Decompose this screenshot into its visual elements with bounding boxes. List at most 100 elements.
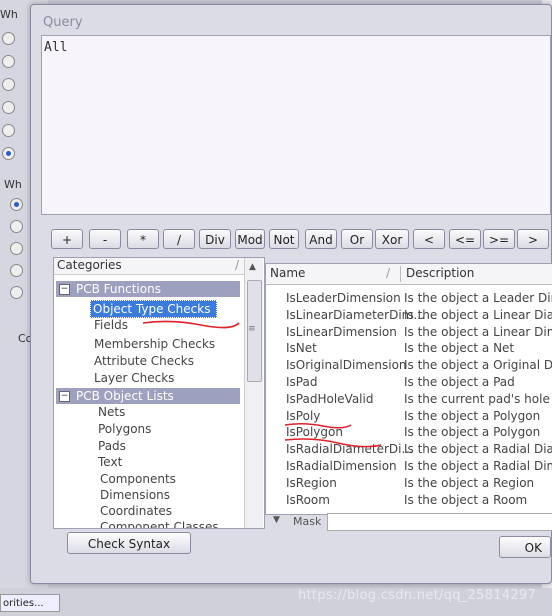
background-radio-selected[interactable] (10, 198, 23, 211)
ok-button[interactable]: OK (499, 536, 551, 558)
category-item-polygons[interactable]: Polygons (98, 421, 151, 437)
category-item-components[interactable]: Components (100, 471, 176, 487)
category-item-coordinates[interactable]: Coordinates (100, 503, 172, 519)
function-name: IsLeaderDimension (286, 291, 401, 305)
sort-icon: / (234, 258, 239, 272)
category-item-fields[interactable]: Fields (94, 317, 128, 333)
function-description: Is the object a Radial Dimensio (404, 459, 552, 473)
function-list-row[interactable]: IsOriginalDimension Is the object a Origi… (266, 357, 552, 373)
mask-input[interactable] (327, 513, 552, 531)
categories-header-label: Categories (57, 258, 122, 272)
function-name: IsRadialDimension (286, 459, 397, 473)
function-description: Is the object a Leader Dimen (404, 291, 552, 305)
priorities-button[interactable]: orities... (0, 594, 60, 612)
function-list-row[interactable]: IsNet Is the object a Net (266, 340, 552, 356)
function-list-row[interactable]: IsPadHoleValid Is the current pad's hole … (266, 391, 552, 407)
operator-or-button[interactable]: Or (341, 229, 373, 249)
category-item-text[interactable]: Text (98, 454, 122, 470)
operator-not-button[interactable]: Not (269, 229, 299, 249)
function-name: IsRoom (286, 492, 330, 507)
background-radio[interactable] (10, 242, 23, 255)
grip-icon: ≡ (248, 324, 256, 334)
operator-greater-button[interactable]: > (517, 229, 549, 249)
category-item-nets[interactable]: Nets (98, 404, 125, 420)
category-group-pcb-object-lists[interactable]: − PCB Object Lists (56, 388, 240, 404)
category-item-attribute-checks[interactable]: Attribute Checks (94, 353, 194, 369)
category-item-object-type-checks[interactable]: Object Type Checks (90, 300, 218, 318)
category-group-label: PCB Object Lists (76, 389, 174, 403)
background-radio[interactable] (10, 264, 23, 277)
scroll-up-icon[interactable]: ▲ (249, 262, 256, 272)
function-list-row[interactable]: IsLinearDiameterDim... Is the object a Li… (266, 307, 552, 323)
function-name: IsOriginalDimension (286, 358, 407, 373)
annotation-underline (284, 438, 382, 448)
function-description: Is the object a Linear Diame (404, 307, 552, 322)
function-list-row[interactable]: IsPad Is the object a Pad (266, 374, 552, 390)
categories-scrollbar[interactable]: ▲ ≡ (244, 258, 263, 528)
background-radio[interactable] (2, 32, 15, 45)
operator-divide-button[interactable]: / (163, 229, 195, 249)
function-list-row[interactable]: IsLeaderDimension Is the object a Leader … (266, 290, 552, 306)
annotation-underline (284, 422, 352, 429)
operator-mod-button[interactable]: Mod (235, 229, 265, 249)
categories-header[interactable]: Categories / (54, 258, 245, 275)
operator-greater-equal-button[interactable]: >= (483, 229, 515, 249)
background-radio[interactable] (2, 101, 15, 114)
function-description: Is the object a Original Dimen (404, 358, 552, 373)
function-description: Is the object a Room (404, 492, 528, 507)
operator-less-button[interactable]: < (413, 229, 445, 249)
category-item-dimensions[interactable]: Dimensions (100, 487, 170, 503)
background-radio[interactable] (2, 124, 15, 137)
background-radio[interactable] (10, 220, 23, 233)
background-label: Wh (0, 8, 18, 21)
column-divider[interactable] (400, 266, 401, 282)
function-name: IsPadHoleValid (286, 391, 374, 406)
function-description: Is the object a Region (404, 475, 535, 490)
category-item-component-classes[interactable]: Component Classes (100, 519, 219, 528)
function-list-row[interactable]: IsRadialDimension Is the object a Radial … (266, 458, 552, 474)
background-radio[interactable] (2, 55, 15, 68)
operator-minus-button[interactable]: - (89, 229, 121, 249)
collapse-icon[interactable]: − (59, 284, 70, 295)
column-header-name[interactable]: Name (270, 266, 305, 280)
function-list-row[interactable]: IsLinearDimension Is the object a Linear … (266, 324, 552, 340)
operator-xor-button[interactable]: Xor (375, 229, 409, 249)
function-name: IsRegion (286, 475, 337, 490)
category-group-label: PCB Functions (76, 282, 161, 296)
category-group-pcb-functions[interactable]: − PCB Functions (56, 281, 240, 297)
query-builder-dialog: Query All + - * / Div Mod Not And Or Xor… (30, 4, 552, 584)
query-label: Query (43, 15, 83, 30)
column-header-description[interactable]: Description (406, 266, 474, 280)
operator-less-equal-button[interactable]: <= (449, 229, 481, 249)
scroll-down-icon[interactable]: ▼ (273, 515, 280, 525)
operator-div-button[interactable]: Div (199, 229, 231, 249)
sort-icon: / (386, 266, 391, 280)
function-description: Is the object a Radial Diameter (404, 442, 552, 457)
operator-multiply-button[interactable]: * (127, 229, 159, 249)
collapse-icon[interactable]: − (59, 391, 70, 402)
function-list-row[interactable]: IsRoom Is the object a Room (266, 492, 552, 508)
function-description: Is the current pad's hole size (404, 391, 552, 406)
query-editor[interactable]: All (41, 35, 551, 215)
function-description: Is the object a Polygon (404, 408, 541, 423)
function-description: Is the object a Linear Dimens (404, 324, 552, 339)
category-item-layer-checks[interactable]: Layer Checks (94, 370, 174, 386)
function-list-header: Name / Description (266, 264, 552, 285)
category-item-membership-checks[interactable]: Membership Checks (94, 336, 215, 352)
background-radio-selected[interactable] (2, 147, 15, 160)
function-name: IsNet (286, 341, 317, 356)
category-item-pads[interactable]: Pads (98, 438, 126, 454)
background-radio[interactable] (2, 78, 15, 91)
function-list-row[interactable]: IsRegion Is the object a Region (266, 475, 552, 491)
operator-and-button[interactable]: And (305, 229, 337, 249)
operator-plus-button[interactable]: + (51, 229, 83, 249)
function-name: IsLinearDimension (286, 324, 397, 339)
background-radio[interactable] (10, 286, 23, 299)
annotation-underline (142, 320, 240, 329)
function-description: Is the object a Net (404, 341, 515, 356)
categories-tree[interactable]: Categories / − PCB Functions Object Type … (53, 257, 265, 529)
function-description: Is the object a Polygon (404, 425, 541, 440)
function-list[interactable]: Name / Description IsLeaderDimension Is t… (265, 263, 552, 515)
background-label: Wh (4, 178, 22, 191)
check-syntax-button[interactable]: Check Syntax (67, 532, 191, 554)
